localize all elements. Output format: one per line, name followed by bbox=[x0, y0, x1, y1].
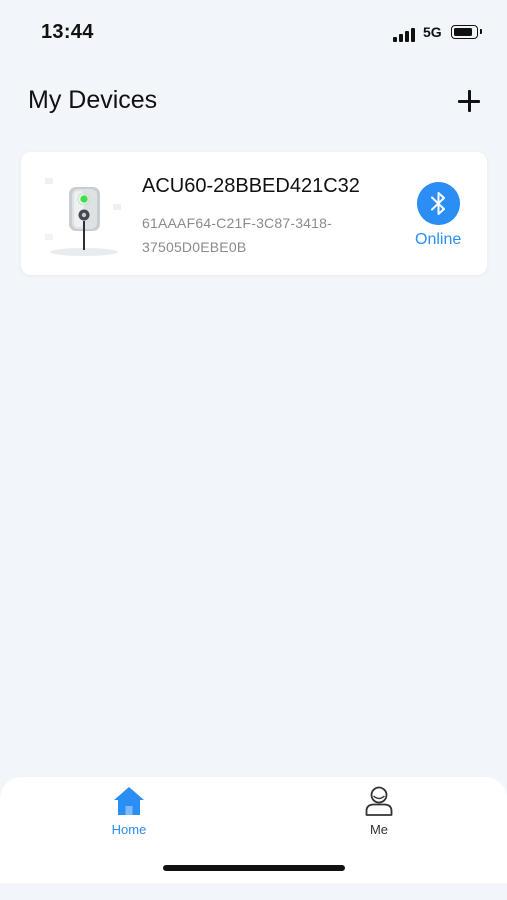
charger-image bbox=[45, 178, 121, 256]
device-status: Online bbox=[415, 231, 462, 248]
status-bar: 13:44 5G bbox=[0, 0, 507, 64]
bluetooth-icon bbox=[417, 182, 460, 225]
user-icon bbox=[365, 786, 393, 816]
signal-icon bbox=[393, 26, 417, 42]
home-icon bbox=[114, 787, 144, 815]
tab-me-label: Me bbox=[369, 822, 389, 837]
tab-home[interactable]: Home bbox=[84, 785, 174, 841]
device-name: ACU60-28BBED421C32 bbox=[142, 175, 360, 197]
add-device-button[interactable] bbox=[454, 86, 484, 116]
battery-icon bbox=[451, 25, 482, 39]
tab-home-label: Home bbox=[111, 822, 147, 837]
page-title: My Devices bbox=[28, 86, 158, 114]
status-time: 13:44 bbox=[41, 21, 94, 43]
tab-me[interactable]: Me bbox=[334, 785, 424, 841]
home-indicator[interactable] bbox=[163, 865, 345, 871]
device-uuid-line-1: 61AAAF64-C21F-3C87-3418- bbox=[142, 215, 333, 231]
device-card[interactable]: ACU60-28BBED421C32 61AAAF64-C21F-3C87-34… bbox=[21, 152, 487, 275]
device-uuid: 61AAAF64-C21F-3C87-3418- 37505D0EBE0B bbox=[142, 211, 402, 259]
device-uuid-line-2: 37505D0EBE0B bbox=[142, 239, 247, 255]
network-type: 5G bbox=[423, 24, 442, 40]
